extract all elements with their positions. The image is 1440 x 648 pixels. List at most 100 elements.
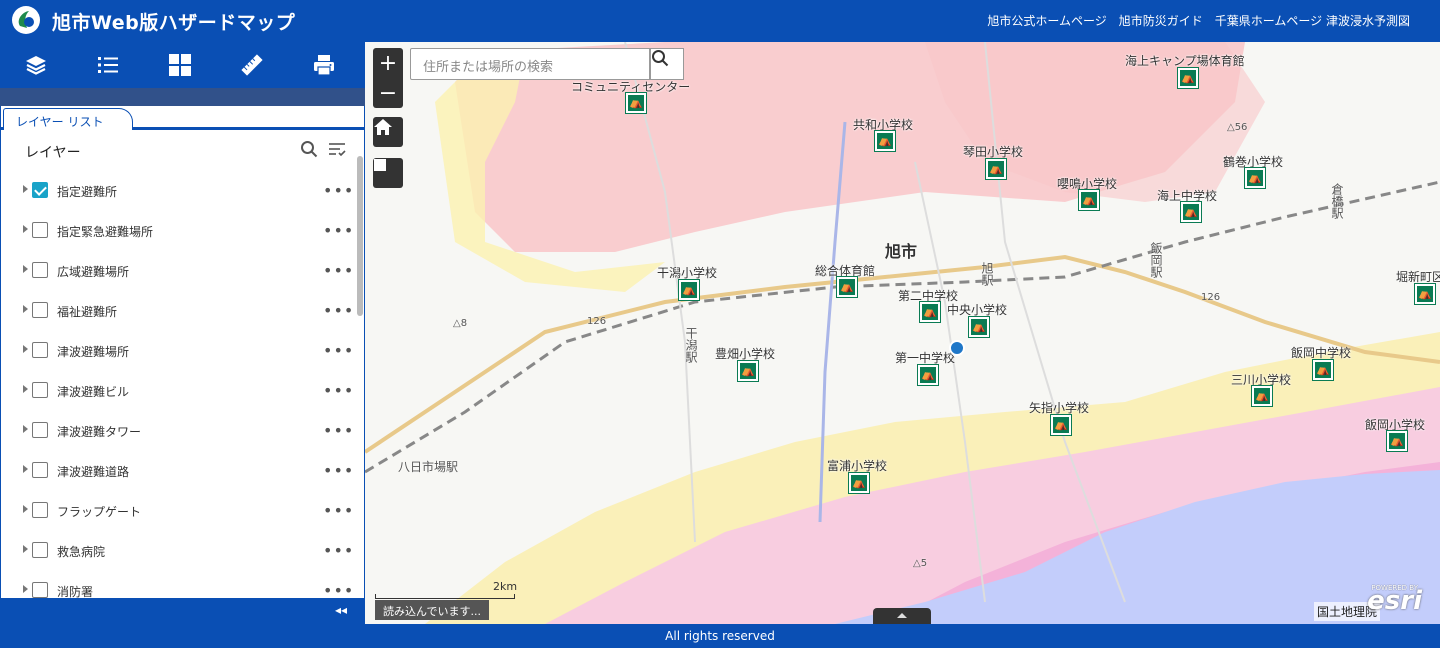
shelter-marker-icon[interactable]: ⛺ xyxy=(626,93,646,113)
elevation-label: △56 xyxy=(1227,122,1248,133)
layer-list-actions xyxy=(300,140,346,158)
expand-caret-icon[interactable] xyxy=(23,585,28,593)
layers-button[interactable] xyxy=(0,42,72,88)
shelter-marker-icon[interactable]: ⛺ xyxy=(679,280,699,300)
link-disaster-guide[interactable]: 旭市防災ガイド xyxy=(1119,12,1203,29)
layer-options-icon[interactable]: ••• xyxy=(323,221,354,240)
layers-icon xyxy=(26,56,46,75)
zoom-in-button[interactable]: + xyxy=(373,48,403,78)
poi-label: 海上キャンプ場体育館 xyxy=(1125,54,1245,68)
expand-caret-icon[interactable] xyxy=(23,265,28,273)
expand-caret-icon[interactable] xyxy=(23,225,28,233)
expand-caret-icon[interactable] xyxy=(23,465,28,473)
print-button[interactable] xyxy=(288,42,360,88)
esri-logo[interactable]: esri xyxy=(1367,586,1422,616)
layer-name: 指定避難所 xyxy=(57,185,118,199)
layer-options-icon[interactable]: ••• xyxy=(323,421,354,440)
layer-options-icon[interactable]: ••• xyxy=(323,261,354,280)
shelter-marker-icon[interactable]: ⛺ xyxy=(849,473,869,493)
home-icon xyxy=(374,119,392,135)
filter-icon[interactable] xyxy=(328,140,346,158)
link-city-homepage[interactable]: 旭市公式ホームページ xyxy=(987,12,1106,29)
home-button[interactable] xyxy=(373,117,403,147)
current-location-marker[interactable] xyxy=(949,340,965,356)
shelter-marker-icon[interactable]: ⛺ xyxy=(986,159,1006,179)
shelter-marker-icon[interactable]: ⛺ xyxy=(1415,284,1435,304)
shelter-marker-icon[interactable]: ⛺ xyxy=(1178,68,1198,88)
expand-attribute-table-button[interactable] xyxy=(873,608,931,624)
search-input[interactable]: 住所または場所の検索 xyxy=(410,48,650,80)
poi-label: 堀新町区 xyxy=(1396,270,1440,284)
layer-options-icon[interactable]: ••• xyxy=(323,381,354,400)
poi-label: 中央小学校 xyxy=(947,303,1008,317)
layer-item: 津波避難場所 ••• xyxy=(1,331,356,371)
panel-scrollbar[interactable] xyxy=(357,156,363,316)
app-header: 旭市Web版ハザードマップ 旭市公式ホームページ 旭市防災ガイド 千葉県ホームペ… xyxy=(0,0,1440,42)
layer-checkbox[interactable] xyxy=(32,502,48,518)
map-view[interactable]: 旭市 海上キャンプ場体育館 ⛺ コミュニティセンター ⛺ 共和小学校 ⛺ 琴田小… xyxy=(365,42,1440,624)
layer-checkbox[interactable] xyxy=(32,382,48,398)
shelter-marker-icon[interactable]: ⛺ xyxy=(918,365,938,385)
station-label: 八日市場駅 xyxy=(398,460,459,474)
layer-name: 津波避難道路 xyxy=(57,465,130,479)
layer-options-icon[interactable]: ••• xyxy=(323,461,354,480)
search-icon[interactable] xyxy=(300,140,318,158)
shelter-marker-icon[interactable]: ⛺ xyxy=(1051,415,1071,435)
layer-options-icon[interactable]: ••• xyxy=(323,301,354,320)
layer-checkbox[interactable] xyxy=(32,462,48,478)
shelter-marker-icon[interactable]: ⛺ xyxy=(1079,190,1099,210)
layer-options-icon[interactable]: ••• xyxy=(323,501,354,520)
shelter-marker-icon[interactable]: ⛺ xyxy=(738,361,758,381)
layer-checkbox[interactable] xyxy=(32,582,48,598)
station-label: 旭駅 xyxy=(980,262,994,286)
layer-checkbox[interactable] xyxy=(32,542,48,558)
layer-checkbox[interactable] xyxy=(32,302,48,318)
layer-options-icon[interactable]: ••• xyxy=(323,181,354,200)
layer-name: 福祉避難所 xyxy=(57,305,118,319)
expand-caret-icon[interactable] xyxy=(23,505,28,513)
expand-caret-icon[interactable] xyxy=(23,425,28,433)
loading-indicator: 読み込んでいます... xyxy=(375,600,489,620)
layer-list: 指定避難所 ••• 指定緊急避難場所 ••• 広域避難場所 ••• 福祉避難所 … xyxy=(1,171,356,611)
expand-caret-icon[interactable] xyxy=(23,545,28,553)
expand-caret-icon[interactable] xyxy=(23,385,28,393)
layer-checkbox[interactable] xyxy=(32,422,48,438)
panel-tab-row: レイヤー リスト xyxy=(1,106,366,130)
elevation-label: △8 xyxy=(453,318,468,329)
shelter-marker-icon[interactable]: ⛺ xyxy=(969,317,989,337)
measure-button[interactable] xyxy=(216,42,288,88)
shelter-marker-icon[interactable]: ⛺ xyxy=(1387,431,1407,451)
stop-button[interactable] xyxy=(373,158,403,188)
search-button[interactable] xyxy=(650,48,684,80)
poi-label: 琴田小学校 xyxy=(963,145,1024,159)
station-label: 干潟駅 xyxy=(684,327,698,363)
basemap-gallery-button[interactable] xyxy=(144,42,216,88)
expand-caret-icon[interactable] xyxy=(23,345,28,353)
shelter-marker-icon[interactable]: ⛺ xyxy=(837,277,857,297)
expand-caret-icon[interactable] xyxy=(23,305,28,313)
zoom-out-button[interactable]: − xyxy=(373,78,403,108)
layer-item: 広域避難場所 ••• xyxy=(1,251,356,291)
poi-label: 豊畑小学校 xyxy=(715,347,776,361)
shelter-marker-icon[interactable]: ⛺ xyxy=(1181,202,1201,222)
toolbar-divider xyxy=(0,88,365,106)
shelter-marker-icon[interactable]: ⛺ xyxy=(1313,360,1333,380)
layer-options-icon[interactable]: ••• xyxy=(323,541,354,560)
layer-checkbox[interactable] xyxy=(32,342,48,358)
shelter-marker-icon[interactable]: ⛺ xyxy=(1252,386,1272,406)
expand-caret-icon[interactable] xyxy=(23,185,28,193)
link-chiba-tsunami-map[interactable]: 千葉県ホームページ 津波浸水予測図 xyxy=(1215,12,1410,29)
tab-layer-list[interactable]: レイヤー リスト xyxy=(3,108,133,130)
layer-name: 津波避難ビル xyxy=(57,385,130,399)
shelter-marker-icon[interactable]: ⛺ xyxy=(1245,168,1265,188)
legend-list-icon xyxy=(98,57,118,73)
layer-checkbox[interactable] xyxy=(32,222,48,238)
shelter-marker-icon[interactable]: ⛺ xyxy=(875,131,895,151)
collapse-panel-icon[interactable]: ◂◂ xyxy=(335,603,347,617)
legend-button[interactable] xyxy=(72,42,144,88)
layer-checkbox[interactable] xyxy=(32,182,48,198)
layer-options-icon[interactable]: ••• xyxy=(323,341,354,360)
shelter-marker-icon[interactable]: ⛺ xyxy=(920,302,940,322)
layer-name: 指定緊急避難場所 xyxy=(57,225,154,239)
layer-checkbox[interactable] xyxy=(32,262,48,278)
